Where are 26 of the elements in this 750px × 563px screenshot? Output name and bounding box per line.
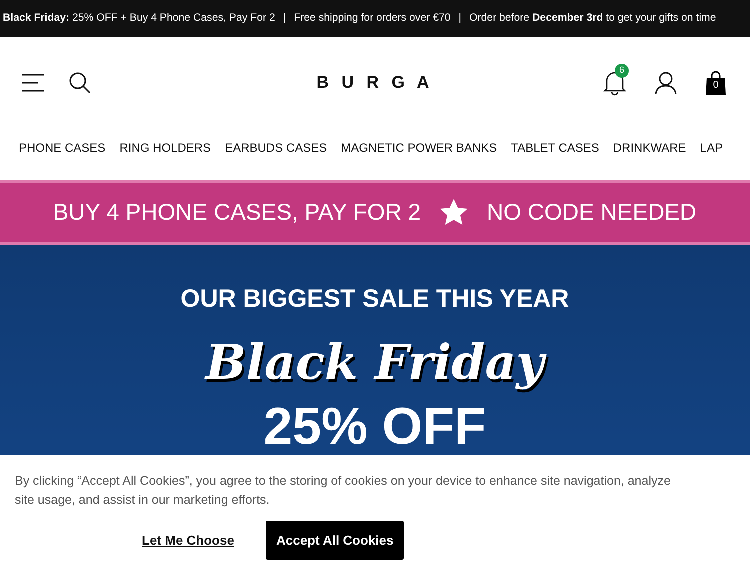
nav-link[interactable]: EARBUDS CASES (225, 129, 328, 157)
hero-discount: 25% OFF (264, 400, 486, 452)
hero-kicker: OUR BIGGEST SALE THIS YEAR (180, 284, 570, 315)
nav-link[interactable]: PHONE CASES (19, 129, 106, 157)
notification-badge: 6 (615, 64, 629, 78)
menu-icon[interactable] (22, 74, 44, 92)
nav-link[interactable]: TABLET CASES (511, 129, 600, 157)
nav-link[interactable]: RING HOLDERS (120, 129, 212, 157)
search-icon[interactable] (69, 72, 91, 94)
accept-cookies-button[interactable]: Accept All Cookies (266, 521, 404, 560)
preferences-link[interactable]: Let Me Choose (142, 530, 234, 550)
cookie-text: By clicking “Accept All Cookies”, you agree to the storing of cookies on your device to enhance site navigation, analyze site usage, and assist in our marketing efforts. (15, 473, 672, 509)
deadline-text: Order before December 3rd to get your gifts on time (470, 10, 716, 26)
separator: | (458, 10, 462, 26)
shipping-text: Free shipping for orders over €70 (294, 10, 451, 26)
nav-link[interactable]: DRINKWARE (613, 129, 686, 157)
nav-link[interactable]: LAP (700, 129, 723, 157)
user-icon[interactable] (655, 72, 677, 94)
logo[interactable]: B U R G A (316, 70, 434, 96)
promo-text: Black Friday: 25% OFF + Buy 4 Phone Cases, Pay For 2 (3, 10, 276, 26)
promo-text: BUY 4 PHONE CASES, PAY FOR 2 (53, 198, 422, 228)
separator: | (283, 10, 286, 26)
nav-link[interactable]: MAGNETIC POWER BANKS (341, 129, 498, 157)
promo-text: NO CODE NEEDED (487, 198, 697, 228)
star-icon (439, 198, 470, 228)
hero-title: Black Friday (206, 326, 544, 398)
